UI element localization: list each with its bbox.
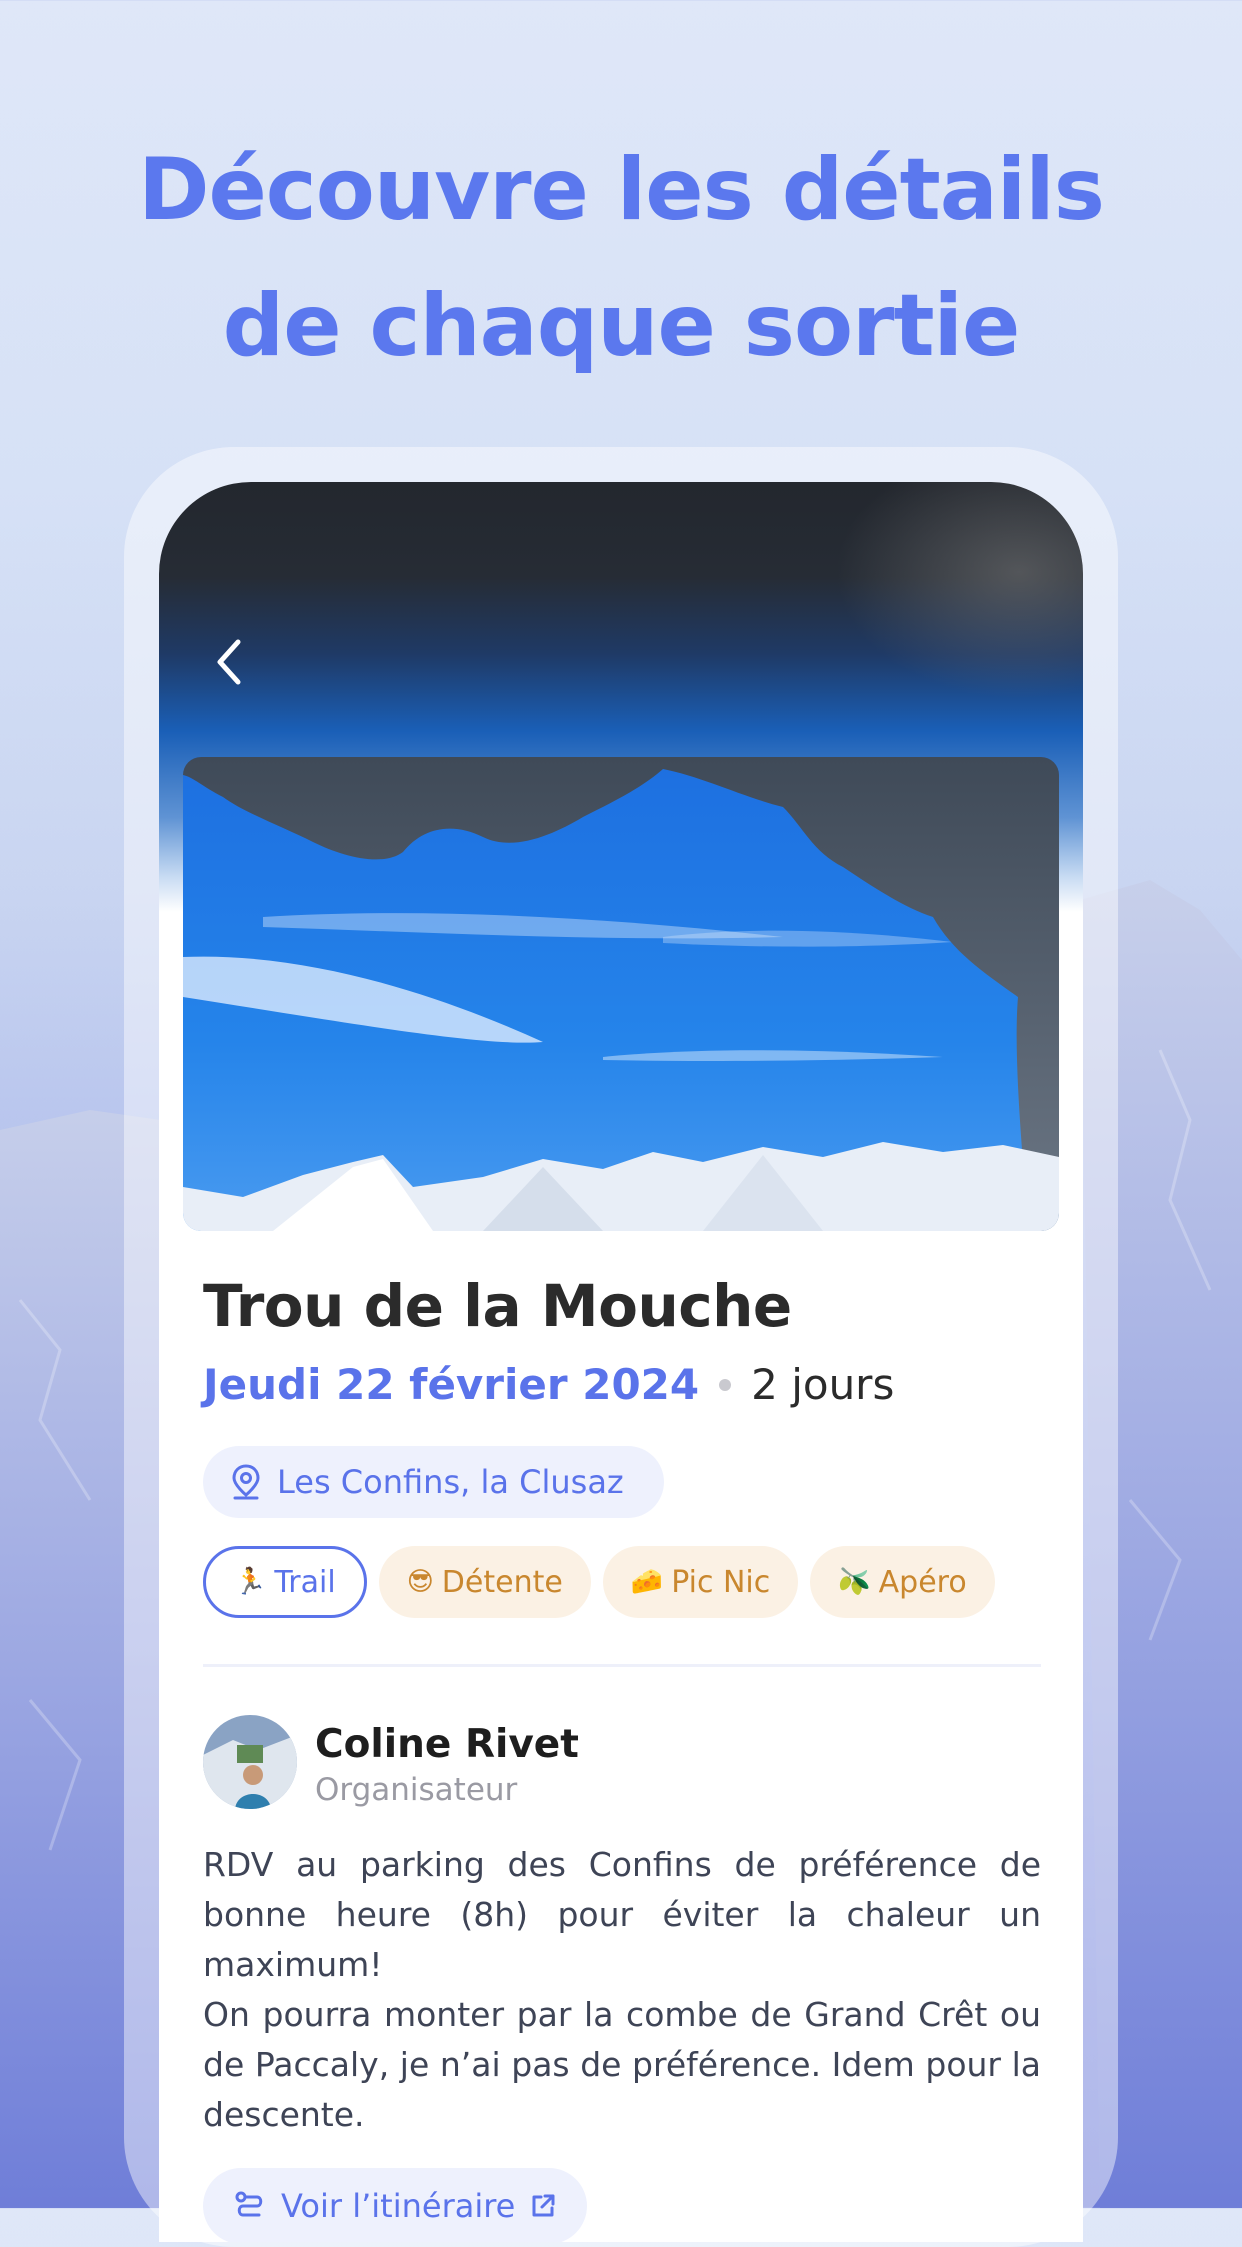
tag-label: Pic Nic — [671, 1564, 771, 1600]
external-link-icon — [532, 2194, 555, 2217]
separator-dot — [719, 1378, 732, 1391]
tag-apero[interactable]: 🫒 Apéro — [810, 1546, 995, 1618]
organizer-role: Organisateur — [315, 1772, 518, 1808]
location-label: Les Confins, la Clusaz — [277, 1463, 624, 1501]
marketing-headline: Découvre les détails de chaque sortie — [0, 122, 1242, 394]
headline-line-2: de chaque sortie — [222, 276, 1021, 376]
headline-line-1: Découvre les détails — [138, 140, 1105, 240]
tag-detente[interactable]: 😎 Détente — [378, 1546, 591, 1618]
outing-description: RDV au parking des Confins de préférence… — [203, 1840, 1041, 2140]
chevron-left-icon — [217, 639, 241, 685]
section-divider — [203, 1664, 1041, 1667]
organizer-avatar[interactable] — [203, 1715, 297, 1809]
phone-screen: Trou de la Mouche Jeudi 22 février 2024 … — [159, 482, 1083, 2242]
outing-title: Trou de la Mouche — [203, 1272, 792, 1340]
sunglasses-emoji-icon: 😎 — [406, 1567, 434, 1597]
running-emoji-icon: 🏃 — [234, 1567, 267, 1597]
outing-photo — [183, 757, 1059, 1231]
description-paragraph-1: RDV au parking des Confins de préférence… — [203, 1845, 1041, 1984]
back-button[interactable] — [199, 632, 259, 692]
tag-pic-nic[interactable]: 🧀 Pic Nic — [602, 1546, 799, 1618]
tag-label: Trail — [274, 1564, 336, 1600]
tag-label: Apéro — [878, 1564, 967, 1600]
outing-date: Jeudi 22 février 2024 — [203, 1360, 700, 1409]
activity-tags: 🏃 Trail 😎 Détente 🧀 Pic Nic 🫒 Apéro — [203, 1546, 995, 1618]
tag-trail[interactable]: 🏃 Trail — [203, 1546, 367, 1618]
route-button-label: Voir l’itinéraire — [281, 2187, 516, 2225]
olive-emoji-icon: 🫒 — [838, 1567, 871, 1597]
location-chip[interactable]: Les Confins, la Clusaz — [203, 1446, 664, 1518]
outing-duration: 2 jours — [751, 1360, 895, 1409]
map-pin-icon — [232, 1464, 260, 1500]
cheese-emoji-icon: 🧀 — [630, 1567, 664, 1597]
tag-label: Détente — [441, 1564, 563, 1600]
date-line: Jeudi 22 février 2024 2 jours — [203, 1360, 894, 1409]
organizer-name: Coline Rivet — [315, 1722, 579, 1767]
description-paragraph-2: On pourra monter par la combe de Grand C… — [203, 1995, 1041, 2134]
view-route-button[interactable]: Voir l’itinéraire — [203, 2168, 588, 2242]
route-icon — [235, 2191, 263, 2217]
